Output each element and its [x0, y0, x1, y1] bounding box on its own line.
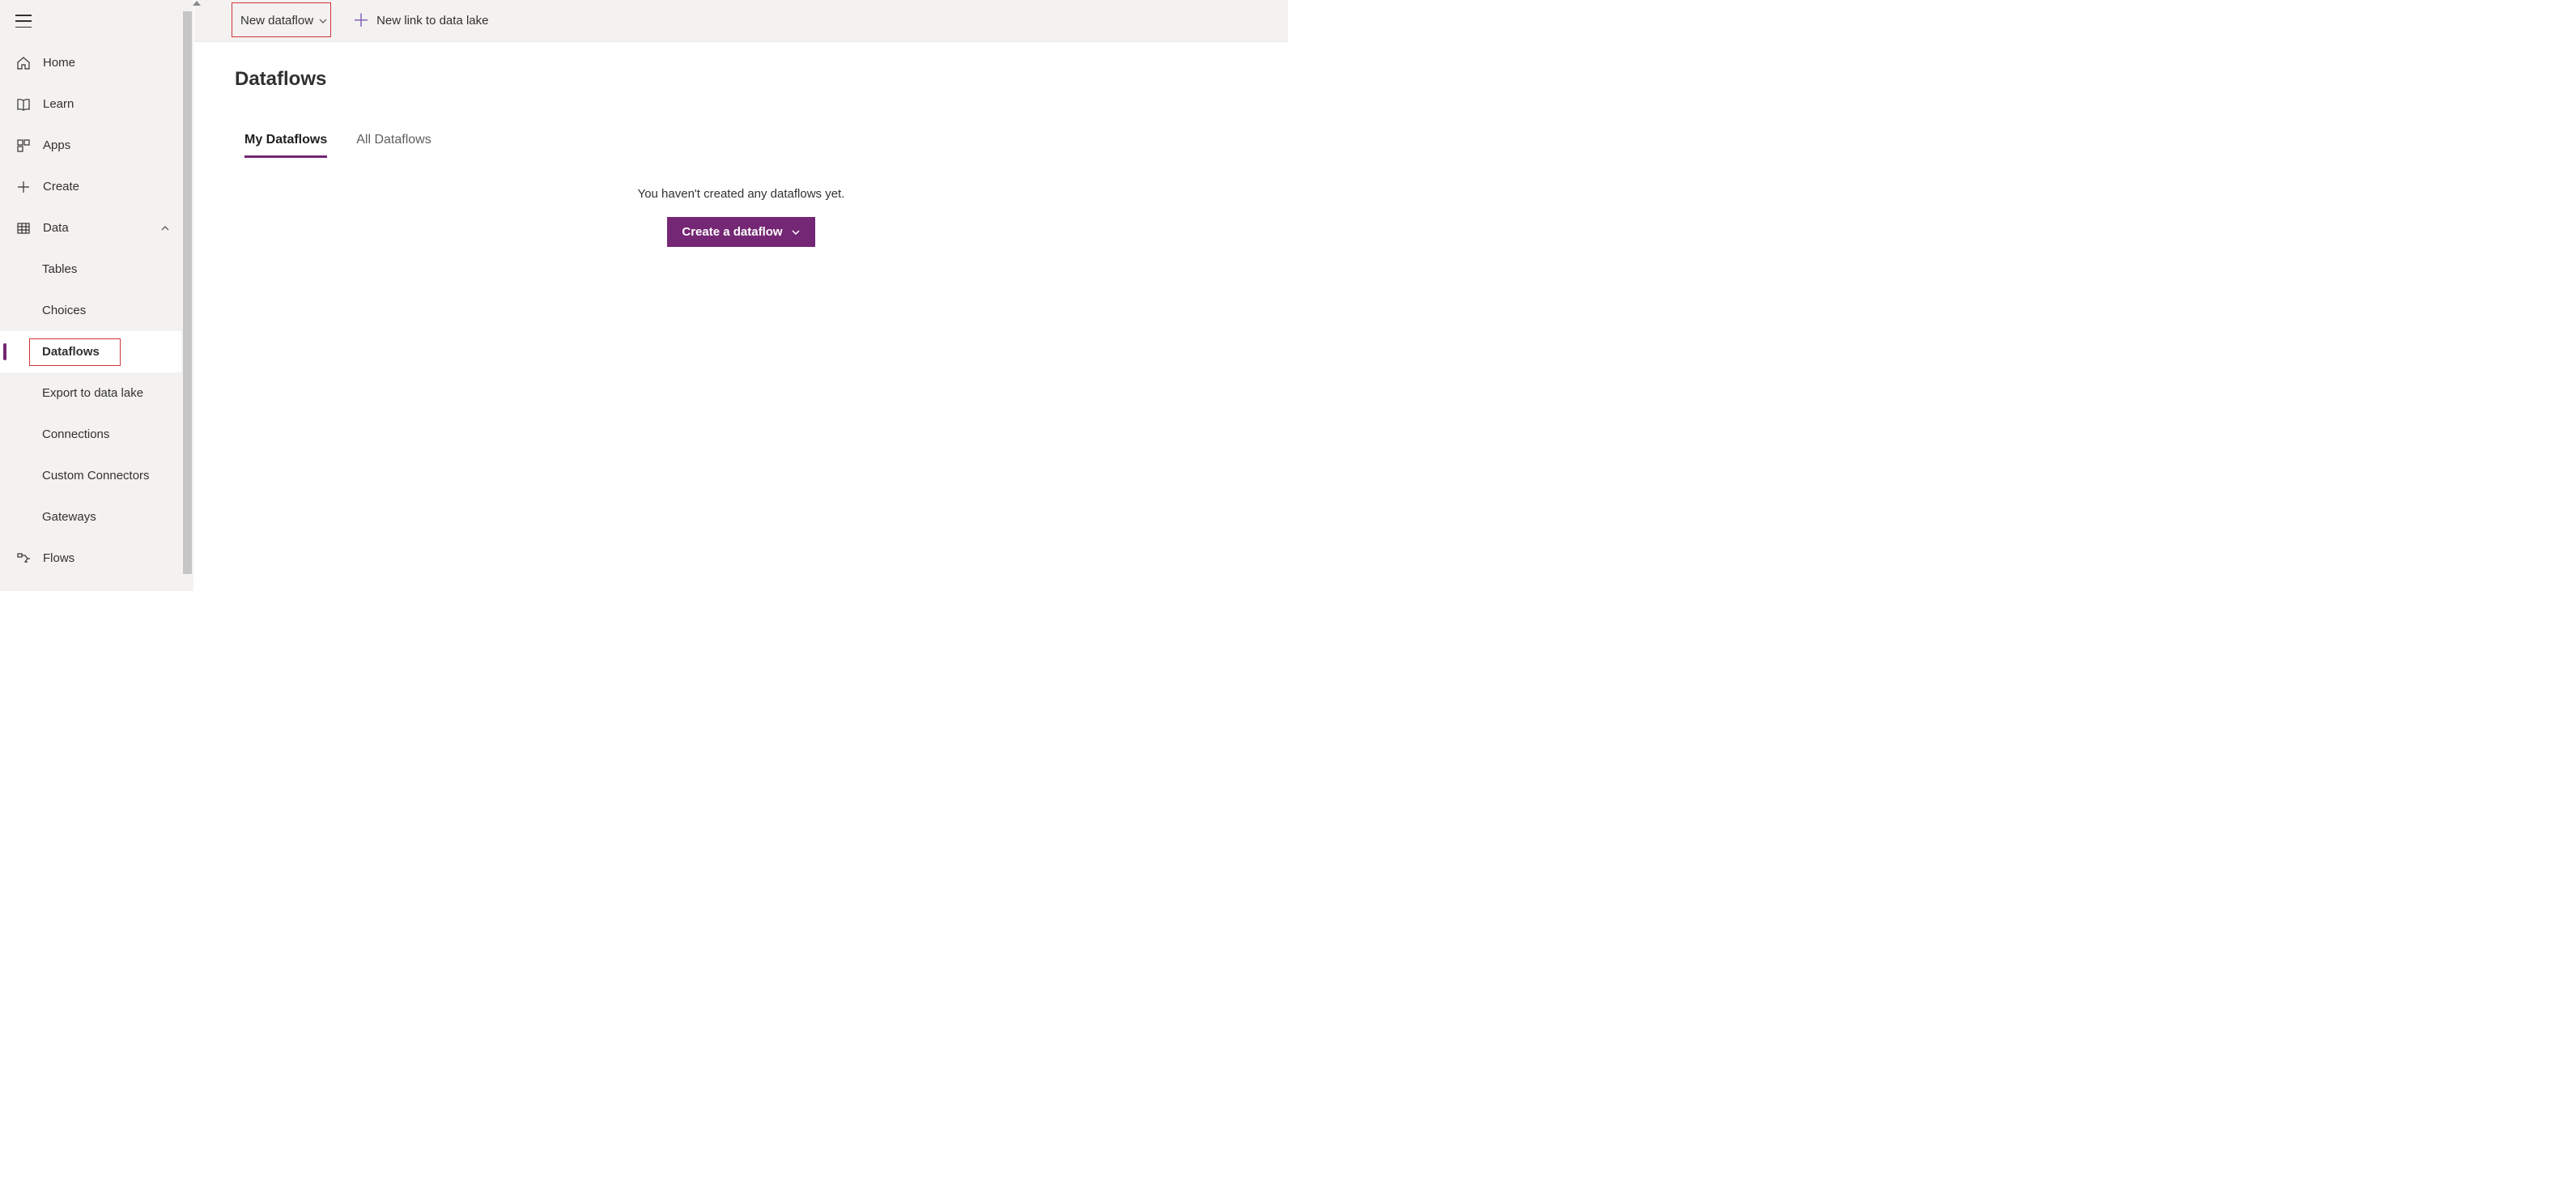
home-icon — [15, 55, 32, 71]
tabs: My Dataflows All Dataflows — [244, 133, 1248, 158]
chevron-up-icon — [160, 223, 170, 233]
tab-label: My Dataflows — [244, 133, 327, 147]
sidebar-sub-choices[interactable]: Choices — [0, 290, 181, 331]
apps-icon — [15, 138, 32, 154]
book-icon — [15, 96, 32, 113]
tab-label: All Dataflows — [356, 133, 431, 147]
empty-message: You haven't created any dataflows yet. — [235, 187, 1248, 201]
scroll-thumb[interactable] — [183, 11, 192, 574]
hamburger-icon — [15, 13, 32, 29]
sidebar-item-learn[interactable]: Learn — [0, 83, 181, 125]
create-dataflow-button[interactable]: Create a dataflow — [667, 217, 814, 247]
chevron-down-icon — [791, 227, 801, 237]
new-dataflow-button[interactable]: New dataflow — [234, 6, 334, 36]
sidebar-item-apps[interactable]: Apps — [0, 125, 181, 166]
empty-state: You haven't created any dataflows yet. C… — [235, 187, 1248, 247]
sidebar-item-flows[interactable]: Flows — [0, 538, 181, 579]
sidebar-sub-connections[interactable]: Connections — [0, 414, 181, 455]
hamburger-button[interactable] — [0, 0, 181, 42]
sidebar-item-home[interactable]: Home — [0, 42, 181, 83]
sidebar-label: Create — [43, 180, 79, 193]
sidebar-sub-label: Connections — [42, 427, 109, 441]
toolbar-label: New link to data lake — [376, 14, 488, 28]
sidebar-sub-custom-connectors[interactable]: Custom Connectors — [0, 455, 181, 496]
sidebar-item-create[interactable]: Create — [0, 166, 181, 207]
tab-my-dataflows[interactable]: My Dataflows — [244, 133, 327, 158]
sidebar-scrollbar[interactable] — [181, 0, 193, 591]
sidebar: Home Learn Apps Create Data — [0, 0, 182, 591]
scroll-up-icon — [193, 1, 201, 6]
plus-icon — [15, 179, 32, 195]
sidebar-item-data[interactable]: Data — [0, 207, 181, 249]
sidebar-label: Data — [43, 221, 69, 235]
sidebar-sub-tables[interactable]: Tables — [0, 249, 181, 290]
plus-icon: ＋ — [352, 12, 370, 30]
sidebar-label: Home — [43, 56, 75, 70]
sidebar-sub-dataflows[interactable]: Dataflows — [0, 331, 181, 372]
sidebar-label: Learn — [43, 97, 74, 111]
sidebar-sub-label: Tables — [42, 262, 77, 276]
sidebar-label: Flows — [43, 551, 74, 565]
chevron-down-icon — [318, 16, 328, 26]
toolbar: New dataflow ＋ New link to data lake — [194, 0, 1288, 42]
sidebar-sub-label: Export to data lake — [42, 386, 143, 400]
sidebar-sub-export[interactable]: Export to data lake — [0, 372, 181, 414]
content: Dataflows My Dataflows All Dataflows You… — [194, 42, 1288, 273]
sidebar-sub-label: Custom Connectors — [42, 469, 150, 483]
sidebar-sub-gateways[interactable]: Gateways — [0, 496, 181, 538]
new-link-data-lake-button[interactable]: ＋ New link to data lake — [346, 6, 495, 36]
sidebar-sub-label: Gateways — [42, 510, 96, 524]
flow-icon — [15, 551, 32, 567]
sidebar-sub-label: Choices — [42, 304, 86, 317]
page-title: Dataflows — [235, 68, 1248, 91]
sidebar-label: Apps — [43, 138, 70, 152]
tab-all-dataflows[interactable]: All Dataflows — [356, 133, 431, 158]
toolbar-label: New dataflow — [240, 14, 313, 28]
table-icon — [15, 220, 32, 236]
button-label: Create a dataflow — [682, 225, 782, 239]
main: New dataflow ＋ New link to data lake Dat… — [194, 0, 1288, 591]
sidebar-sub-label: Dataflows — [42, 345, 100, 359]
